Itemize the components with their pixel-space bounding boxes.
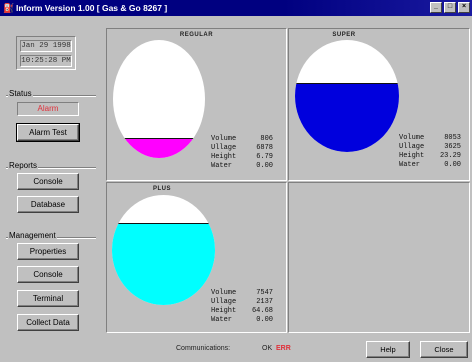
window-controls: _ □ × <box>430 2 470 13</box>
readout-label: Water <box>211 316 233 324</box>
readout-label: Height <box>399 152 425 160</box>
alarm-test-button[interactable]: Alarm Test <box>16 123 80 142</box>
readout-label: Ullage <box>211 144 237 152</box>
readout-row: Water 0.00 <box>211 316 273 325</box>
readout-value: 6.79 <box>256 153 273 161</box>
tank-fill <box>113 139 205 158</box>
status-group-label: Status <box>8 89 33 98</box>
readout-row: Water 0.00 <box>399 161 461 170</box>
tank-gauge <box>113 40 205 158</box>
comm-ok-indicator: OK <box>262 345 273 352</box>
readout-label: Water <box>211 162 233 170</box>
minimize-button[interactable]: _ <box>430 2 442 13</box>
help-button[interactable]: Help <box>366 341 410 358</box>
readout-row: Volume 8053 <box>399 134 461 143</box>
tank-name: PLUS <box>152 186 171 192</box>
properties-button[interactable]: Properties <box>17 243 79 260</box>
readout-label: Volume <box>399 134 425 142</box>
close-button[interactable]: Close <box>420 341 468 358</box>
readout-label: Volume <box>211 135 237 143</box>
tank-readouts: Volume 8053 Ullage 3625 Height 23.29 Water 0.00 <box>399 134 461 170</box>
collect-data-button[interactable]: Collect Data <box>17 314 79 331</box>
terminal-button[interactable]: Terminal <box>17 290 79 307</box>
management-group-label: Management <box>8 231 57 240</box>
management-console-button[interactable]: Console <box>17 266 79 283</box>
readout-row: Ullage 3625 <box>399 143 461 152</box>
readout-row: Height 64.68 <box>211 307 273 316</box>
readout-label: Ullage <box>399 143 425 151</box>
tank-readouts: Volume 7547 Ullage 2137 Height 64.68 Water 0.00 <box>211 289 273 325</box>
readout-row: Water 0.00 <box>211 162 273 171</box>
sidebar: Jan 29 1998 10:25:28 PM Status Alarm Ala… <box>0 16 104 362</box>
readout-row: Height 23.29 <box>399 152 461 161</box>
readout-value: 3625 <box>444 143 461 151</box>
readout-value: 64.68 <box>251 307 273 315</box>
tank-grid: REGULAR Volume 806 Ullage 6878 Height 6.79 Wat… <box>104 28 470 333</box>
reports-console-button[interactable]: Console <box>17 173 79 190</box>
readout-row: Volume 7547 <box>211 289 273 298</box>
readout-value: 7547 <box>256 289 273 297</box>
status-badge: Alarm <box>17 102 79 116</box>
maximize-button[interactable]: □ <box>444 2 456 13</box>
tank-panel-empty <box>288 182 470 333</box>
communications-label: Communications: <box>176 345 231 352</box>
readout-value: 806 <box>260 135 273 143</box>
tank-level-line <box>295 82 399 84</box>
reports-group-label: Reports <box>8 161 39 170</box>
readout-label: Water <box>399 161 421 169</box>
readout-value: 0.00 <box>256 316 273 324</box>
tank-panel-plus[interactable]: PLUS Volume 7547 Ullage 2137 Height 64.68 Wate… <box>106 182 287 333</box>
readout-label: Volume <box>211 289 237 297</box>
readout-value: 0.00 <box>256 162 273 170</box>
main-window: ⛽ Inform Version 1.00 [ Gas & Go 8267 ] … <box>0 0 472 362</box>
readout-value: 2137 <box>256 298 273 306</box>
reports-database-button[interactable]: Database <box>17 196 79 213</box>
comm-error-indicator: ERR <box>276 345 291 352</box>
tank-panel-regular[interactable]: REGULAR Volume 806 Ullage 6878 Height 6.79 Wat… <box>106 28 287 181</box>
tank-fill <box>295 83 399 152</box>
close-window-button[interactable]: × <box>458 2 470 13</box>
readout-value: 6878 <box>256 144 273 152</box>
readout-row: Volume 806 <box>211 135 273 144</box>
current-date: Jan 29 1998 <box>20 40 72 52</box>
tank-panel-super[interactable]: SUPER Volume 8053 Ullage 3625 Height 23.29 Wat… <box>288 28 470 181</box>
readout-label: Height <box>211 307 237 315</box>
tank-readouts: Volume 806 Ullage 6878 Height 6.79 Water 0.00 <box>211 135 273 171</box>
datetime-panel: Jan 29 1998 10:25:28 PM <box>16 36 76 70</box>
readout-row: Ullage 2137 <box>211 298 273 307</box>
tank-icon: ⛽ <box>3 3 15 13</box>
readout-row: Height 6.79 <box>211 153 273 162</box>
readout-row: Ullage 6878 <box>211 144 273 153</box>
readout-value: 0.00 <box>444 161 461 169</box>
readout-value: 23.29 <box>439 152 461 160</box>
tank-gauge <box>112 195 215 305</box>
readout-label: Ullage <box>211 298 237 306</box>
tank-level-line <box>112 222 215 224</box>
title-bar[interactable]: ⛽ Inform Version 1.00 [ Gas & Go 8267 ] … <box>0 0 472 16</box>
tank-name: SUPER <box>332 32 356 38</box>
current-time: 10:25:28 PM <box>20 55 72 67</box>
tank-fill <box>112 223 215 305</box>
window-title: Inform Version 1.00 [ Gas & Go 8267 ] <box>16 3 168 13</box>
readout-label: Height <box>211 153 237 161</box>
tank-gauge <box>295 40 399 152</box>
readout-value: 8053 <box>444 134 461 142</box>
tank-level-line <box>113 138 205 140</box>
tank-name: REGULAR <box>179 32 214 38</box>
